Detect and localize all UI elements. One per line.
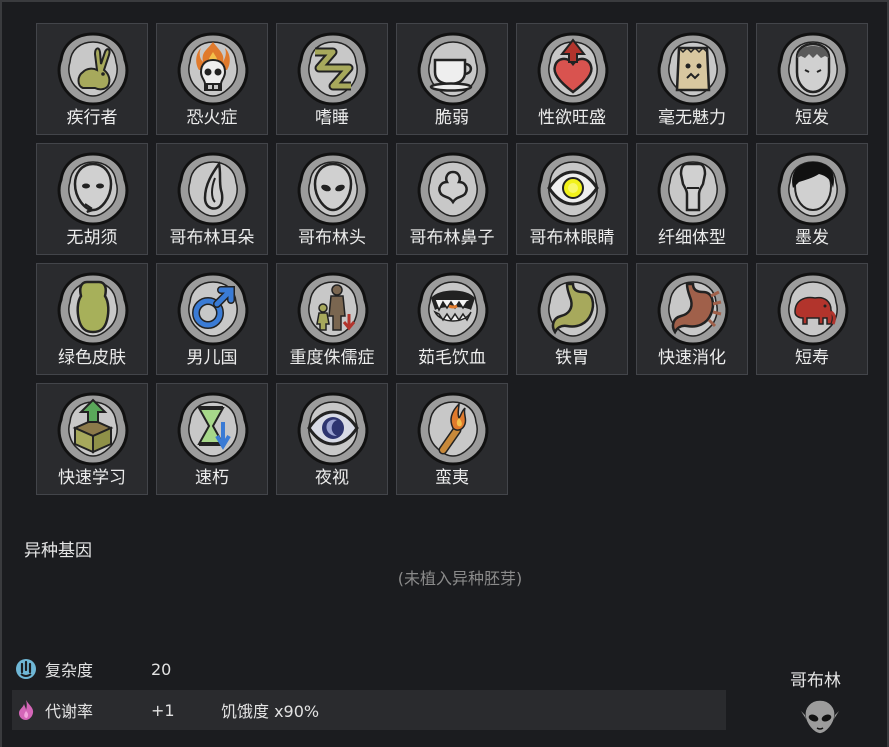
complexity-value: 20 bbox=[151, 659, 172, 679]
heart-up-icon bbox=[533, 28, 613, 108]
short-hair-icon bbox=[773, 28, 853, 108]
night-eye-icon bbox=[293, 388, 373, 468]
gene-label: 铁胃 bbox=[555, 348, 589, 368]
no-beard-icon bbox=[53, 148, 133, 228]
fast-digestion-icon bbox=[653, 268, 733, 348]
gene-fangs[interactable]: 茹毛饮血 bbox=[396, 263, 508, 375]
gene-label: 纤细体型 bbox=[658, 228, 726, 248]
complexity-label: 复杂度 bbox=[45, 661, 94, 680]
xenogenes-empty-text: (未植入异种胚芽) bbox=[397, 569, 523, 588]
hourglass-down-icon bbox=[173, 388, 253, 468]
gene-label: 墨发 bbox=[795, 228, 829, 248]
iron-stomach-icon bbox=[533, 268, 613, 348]
gene-no-beard[interactable]: 无胡须 bbox=[36, 143, 148, 255]
green-skin-icon bbox=[53, 268, 133, 348]
goblin-xenotype-icon[interactable] bbox=[800, 697, 840, 737]
gene-black-hair[interactable]: 墨发 bbox=[756, 143, 868, 255]
gene-label: 绿色皮肤 bbox=[58, 348, 126, 368]
goblin-nose-icon bbox=[413, 148, 493, 228]
gene-label: 哥布林鼻子 bbox=[409, 228, 495, 248]
gene-goblin-ear[interactable]: 哥布林耳朵 bbox=[156, 143, 268, 255]
torch-icon bbox=[413, 388, 493, 468]
gene-rabbit[interactable]: 疾行者 bbox=[36, 23, 148, 135]
dwarfism-icon bbox=[293, 268, 373, 348]
gene-short-hair[interactable]: 短发 bbox=[756, 23, 868, 135]
thin-body-icon bbox=[653, 148, 733, 228]
gene-label: 哥布林头 bbox=[298, 228, 366, 248]
gene-label: 蛮夷 bbox=[435, 468, 469, 488]
flaming-skull-icon bbox=[173, 28, 253, 108]
elephant-icon bbox=[773, 268, 853, 348]
gene-label: 速朽 bbox=[195, 468, 229, 488]
gene-label: 无胡须 bbox=[66, 228, 118, 248]
metabolism-label: 代谢率 bbox=[45, 702, 94, 721]
gene-label: 茹毛饮血 bbox=[418, 348, 486, 368]
gene-goblin-head[interactable]: 哥布林头 bbox=[276, 143, 388, 255]
hunger-rate-text: 饥饿度 x90% bbox=[221, 702, 320, 721]
gene-flaming-skull[interactable]: 恐火症 bbox=[156, 23, 268, 135]
gene-label: 重度侏儒症 bbox=[289, 348, 375, 368]
gene-green-skin[interactable]: 绿色皮肤 bbox=[36, 263, 148, 375]
gene-label: 快速消化 bbox=[658, 348, 726, 368]
learning-box-icon bbox=[53, 388, 133, 468]
metabolism-value: +1 bbox=[151, 700, 175, 720]
gene-label: 短发 bbox=[795, 108, 829, 128]
gene-iron-stomach[interactable]: 铁胃 bbox=[516, 263, 628, 375]
goblin-head-icon bbox=[293, 148, 373, 228]
gene-label: 疾行者 bbox=[66, 108, 118, 128]
goblin-ear-icon bbox=[173, 148, 253, 228]
gene-learning-box[interactable]: 快速学习 bbox=[36, 383, 148, 495]
gene-label: 脆弱 bbox=[435, 108, 469, 128]
gene-label: 快速学习 bbox=[58, 468, 126, 488]
gene-elephant[interactable]: 短寿 bbox=[756, 263, 868, 375]
metabolism-row[interactable]: 代谢率 +1 饥饿度 x90% bbox=[12, 690, 726, 730]
gene-label: 性欲旺盛 bbox=[538, 108, 606, 128]
gene-label: 夜视 bbox=[315, 468, 349, 488]
gene-label: 恐火症 bbox=[186, 108, 238, 128]
gene-male-symbol[interactable]: 男儿国 bbox=[156, 263, 268, 375]
gene-fast-digestion[interactable]: 快速消化 bbox=[636, 263, 748, 375]
rabbit-icon bbox=[53, 28, 133, 108]
gene-night-eye[interactable]: 夜视 bbox=[276, 383, 388, 495]
gene-paper-bag[interactable]: 毫无魅力 bbox=[636, 23, 748, 135]
black-hair-icon bbox=[773, 148, 853, 228]
teacup-icon bbox=[413, 28, 493, 108]
gene-label: 短寿 bbox=[795, 348, 829, 368]
gene-label: 男儿国 bbox=[186, 348, 238, 368]
xenogenes-title: 异种基因 bbox=[24, 541, 92, 561]
paper-bag-icon bbox=[653, 28, 733, 108]
gene-label: 嗜睡 bbox=[315, 108, 349, 128]
gene-hourglass-down[interactable]: 速朽 bbox=[156, 383, 268, 495]
gene-sleep-zzz[interactable]: 嗜睡 bbox=[276, 23, 388, 135]
gene-torch[interactable]: 蛮夷 bbox=[396, 383, 508, 495]
gene-thin-body[interactable]: 纤细体型 bbox=[636, 143, 748, 255]
complexity-icon bbox=[15, 658, 37, 680]
gene-dwarfism[interactable]: 重度侏儒症 bbox=[276, 263, 388, 375]
gene-label: 哥布林耳朵 bbox=[169, 228, 255, 248]
sleep-zzz-icon bbox=[293, 28, 373, 108]
metabolism-icon bbox=[15, 699, 37, 721]
xenotype-name: 哥布林 bbox=[790, 671, 841, 691]
gene-goblin-eye[interactable]: 哥布林眼睛 bbox=[516, 143, 628, 255]
gene-goblin-nose[interactable]: 哥布林鼻子 bbox=[396, 143, 508, 255]
gene-teacup[interactable]: 脆弱 bbox=[396, 23, 508, 135]
gene-grid: 疾行者 恐火症 嗜睡 脆弱 性欲旺盛 毫无魅力 短发无胡须 哥布林耳朵 哥布林头 哥布林鼻子 哥布林… bbox=[36, 23, 868, 495]
complexity-row[interactable]: 复杂度 20 bbox=[12, 649, 726, 689]
gene-heart-up[interactable]: 性欲旺盛 bbox=[516, 23, 628, 135]
gene-label: 毫无魅力 bbox=[658, 108, 726, 128]
male-symbol-icon bbox=[173, 268, 253, 348]
fangs-icon bbox=[413, 268, 493, 348]
gene-label: 哥布林眼睛 bbox=[529, 228, 615, 248]
goblin-eye-icon bbox=[533, 148, 613, 228]
